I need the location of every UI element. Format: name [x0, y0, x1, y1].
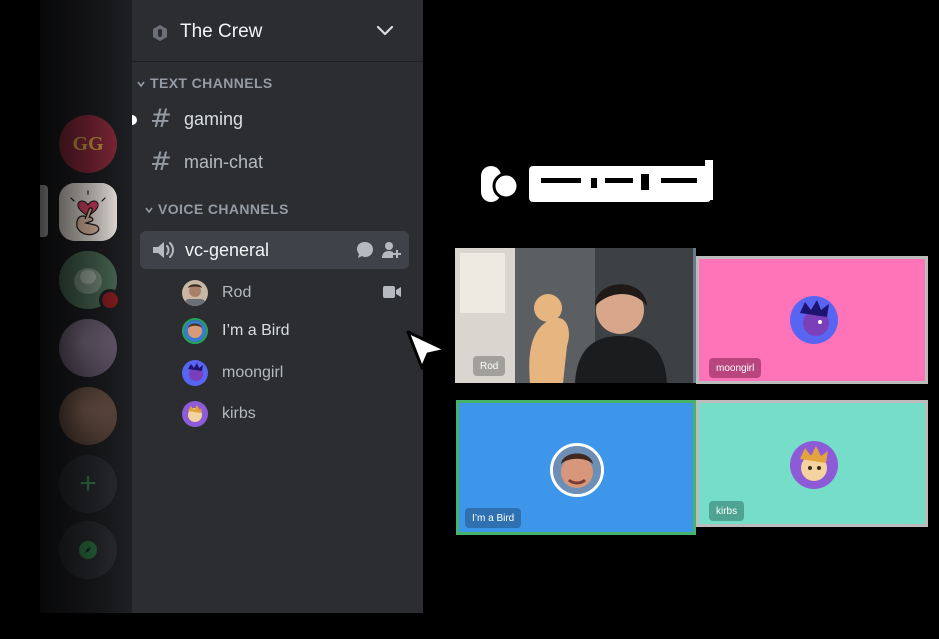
chevron-down-icon[interactable]	[375, 24, 395, 38]
voice-member-moongirl[interactable]: moongirl	[182, 358, 412, 388]
member-name: Rod	[222, 284, 252, 301]
server-heart[interactable]	[59, 183, 117, 241]
video-tile-kirbs[interactable]: kirbs	[696, 400, 928, 527]
username-pill	[481, 160, 713, 202]
server-purple[interactable]	[59, 319, 117, 377]
tile-name-tag: kirbs	[709, 501, 745, 521]
video-tile-moongirl[interactable]: moongirl	[696, 256, 928, 384]
add-user-icon[interactable]	[381, 240, 401, 260]
unread-indicator	[132, 115, 137, 125]
chevron-down-icon	[145, 207, 153, 214]
channel-main-chat[interactable]: # main-chat	[150, 144, 410, 180]
member-name: kirbs	[222, 405, 256, 422]
category-voice-channels[interactable]: VOICE CHANNELS	[144, 201, 289, 217]
tile-name-tag: I’m a Bird	[465, 508, 522, 528]
explore-servers-button[interactable]	[59, 521, 117, 579]
hash-icon: #	[150, 104, 172, 134]
finger-heart-icon	[59, 183, 117, 241]
member-name: moongirl	[222, 364, 284, 381]
category-label: TEXT CHANNELS	[150, 75, 273, 91]
avatar	[182, 280, 208, 306]
member-name: I’m a Bird	[222, 322, 290, 339]
server-gg-label: GG	[72, 132, 104, 155]
avatar	[182, 318, 208, 344]
avatar	[790, 296, 838, 344]
speaker-icon	[153, 242, 174, 258]
selected-server-indicator	[40, 185, 48, 237]
server-green[interactable]	[59, 251, 121, 311]
tile-name-tag: Rod	[473, 356, 506, 376]
voice-channel-label: vc-general	[185, 239, 270, 260]
category-label: VOICE CHANNELS	[158, 201, 289, 217]
plus-icon: +	[79, 467, 97, 500]
avatar	[790, 441, 838, 489]
server-icon	[153, 25, 167, 41]
chat-bubble-icon[interactable]	[356, 241, 374, 259]
avatar	[182, 401, 208, 427]
cursor-pointer-icon	[406, 330, 448, 370]
voice-member-im-a-bird[interactable]: I’m a Bird	[182, 316, 412, 346]
channel-gaming[interactable]: # gaming	[150, 101, 410, 137]
notification-badge-icon	[99, 289, 121, 311]
avatar	[550, 443, 604, 497]
add-server-button[interactable]: +	[59, 455, 117, 513]
server-header[interactable]: The Crew	[132, 0, 423, 62]
voice-channel-vc-general[interactable]: vc-general	[140, 231, 409, 269]
camera-icon	[383, 286, 401, 298]
video-tile-im-a-bird[interactable]: I’m a Bird	[456, 400, 696, 535]
hash-icon: #	[150, 147, 172, 177]
server-brown[interactable]	[59, 387, 117, 445]
channel-label: gaming	[184, 108, 244, 129]
channel-sidebar: The Crew TEXT CHANNELS # gaming # main-c…	[132, 0, 423, 613]
server-gg[interactable]: GG	[59, 115, 117, 173]
avatar	[182, 360, 208, 386]
tile-name-tag: moongirl	[709, 358, 762, 378]
voice-member-kirbs[interactable]: kirbs	[182, 399, 412, 429]
video-tile-rod[interactable]: Rod	[455, 248, 696, 383]
category-text-channels[interactable]: TEXT CHANNELS	[136, 75, 273, 91]
channel-label: main-chat	[184, 151, 264, 172]
compass-icon	[79, 541, 97, 559]
chevron-down-icon	[137, 81, 145, 88]
server-name: The Crew	[180, 21, 263, 42]
voice-member-rod[interactable]: Rod	[182, 278, 412, 308]
